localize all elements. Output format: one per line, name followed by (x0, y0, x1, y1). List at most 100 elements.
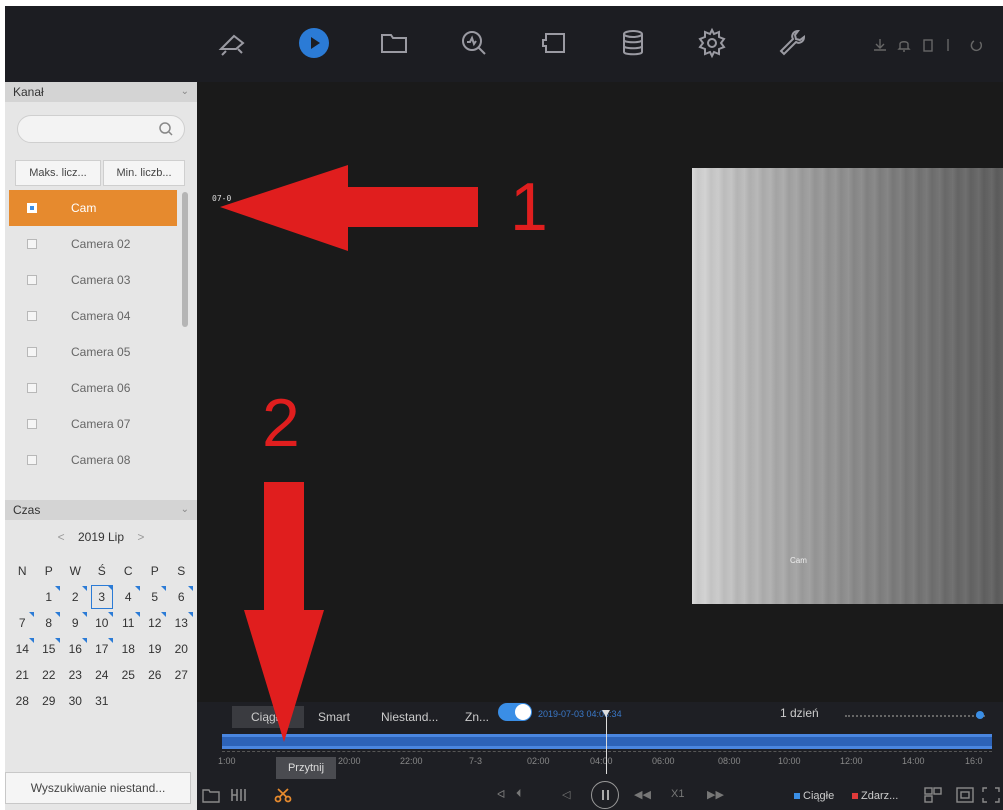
calendar-day[interactable]: 29 (36, 688, 63, 714)
camera-label: Camera 05 (71, 345, 131, 359)
calendar-day-number: 9 (71, 616, 79, 630)
slow-rewind-icon[interactable]: ᐊ (497, 788, 505, 801)
camera-list-item[interactable]: Camera 02 (9, 226, 177, 262)
fast-forward-icon[interactable]: ▶▶ (707, 788, 724, 801)
calendar-day[interactable]: 27 (168, 662, 195, 688)
timeline-cursor-head[interactable] (602, 710, 610, 717)
next-month-icon[interactable]: > (137, 530, 144, 544)
timeline-tick-label: 7-3 (469, 756, 483, 766)
calendar-day[interactable]: 4 (115, 584, 142, 610)
camera-checkbox[interactable] (27, 203, 37, 213)
calendar-day[interactable]: 22 (36, 662, 63, 688)
main-stream-button[interactable]: Maks. licz... (15, 160, 101, 186)
prev-month-icon[interactable]: < (58, 530, 65, 544)
calendar-day[interactable]: 3 (89, 584, 116, 610)
calendar-day[interactable]: 5 (142, 584, 169, 610)
calendar-day[interactable]: 23 (62, 662, 89, 688)
calendar-day-number: 19 (148, 642, 162, 656)
calendar-day[interactable]: 1 (36, 584, 63, 610)
live-view-icon[interactable] (213, 24, 251, 62)
sync-toggle[interactable] (498, 703, 532, 721)
smart-search-icon[interactable] (455, 24, 493, 62)
scissors-icon[interactable] (274, 787, 292, 803)
calendar-day[interactable]: 31 (89, 688, 116, 714)
camera-list-item[interactable]: Camera 04 (9, 298, 177, 334)
camera-list-item[interactable]: Camera 05 (9, 334, 177, 370)
camera-checkbox[interactable] (27, 383, 37, 393)
channel-search-input[interactable] (17, 115, 185, 143)
settings-icon[interactable] (693, 24, 731, 62)
playback-icon[interactable] (295, 24, 333, 62)
camera-name-overlay: Cam (790, 556, 807, 565)
calendar-day[interactable]: 2 (62, 584, 89, 610)
video-frame[interactable] (692, 168, 1003, 604)
alarm-icon[interactable] (897, 38, 911, 52)
calendar-day[interactable]: 14 (9, 636, 36, 662)
calendar-day[interactable]: 10 (89, 610, 116, 636)
calendar-day[interactable]: 6 (168, 584, 195, 610)
backup-icon[interactable] (535, 24, 573, 62)
calendar-day[interactable]: 12 (142, 610, 169, 636)
step-back-icon[interactable]: ⏴ (516, 788, 522, 801)
camera-checkbox[interactable] (27, 311, 37, 321)
camera-list-item[interactable]: Camera 08 (9, 442, 177, 478)
search-icon[interactable] (158, 121, 174, 137)
window-icon[interactable] (956, 787, 974, 803)
camera-list-item[interactable]: Camera 06 (9, 370, 177, 406)
storage-icon[interactable] (614, 24, 652, 62)
calendar-day[interactable]: 20 (168, 636, 195, 662)
custom-search-button[interactable]: Wyszukiwanie niestand... (5, 772, 191, 804)
fullscreen-icon[interactable] (982, 787, 1000, 803)
camera-list-item[interactable]: Cam (9, 190, 177, 226)
calendar-day[interactable]: 13 (168, 610, 195, 636)
split-screen-icon[interactable] (924, 787, 942, 803)
calendar-day[interactable]: 30 (62, 688, 89, 714)
camera-checkbox[interactable] (27, 275, 37, 285)
timeline-tick-label: 1:00 (218, 756, 236, 766)
calendar-day[interactable]: 28 (9, 688, 36, 714)
calendar-day[interactable]: 11 (115, 610, 142, 636)
pause-button[interactable] (591, 781, 619, 809)
camera-list-item[interactable]: Camera 07 (9, 406, 177, 442)
file-icon[interactable] (375, 24, 413, 62)
calendar-day[interactable]: 18 (115, 636, 142, 662)
channel-section-header[interactable]: Kanał ⌄ (5, 82, 197, 102)
timeline-recording-bar[interactable] (222, 734, 992, 749)
calendar-day[interactable]: 25 (115, 662, 142, 688)
timeline-zoom-handle[interactable] (976, 711, 984, 719)
clip-range-icon[interactable] (230, 787, 248, 803)
tab-custom[interactable]: Niestand... (381, 706, 438, 728)
camera-list-item[interactable]: Camera 03 (9, 262, 177, 298)
calendar-day[interactable]: 9 (62, 610, 89, 636)
calendar-day[interactable]: 17 (89, 636, 116, 662)
calendar-day-number: 29 (42, 694, 56, 708)
download-icon[interactable] (873, 38, 887, 52)
folder-icon[interactable] (202, 787, 220, 803)
calendar-day[interactable]: 26 (142, 662, 169, 688)
camera-checkbox[interactable] (27, 419, 37, 429)
rewind-icon[interactable]: ◀◀ (634, 788, 651, 801)
camera-checkbox[interactable] (27, 347, 37, 357)
calendar-day-number: 5 (151, 590, 159, 604)
timeline-zoom-track[interactable] (845, 715, 985, 717)
calendar-day[interactable]: 16 (62, 636, 89, 662)
maintenance-icon[interactable] (773, 24, 811, 62)
sub-stream-button[interactable]: Min. liczb... (103, 160, 185, 186)
power-icon[interactable] (969, 38, 983, 52)
calendar-day[interactable]: 19 (142, 636, 169, 662)
reverse-icon[interactable]: ◁ (562, 788, 570, 801)
lock-icon[interactable] (921, 38, 935, 52)
calendar-day[interactable]: 21 (9, 662, 36, 688)
calendar-day[interactable]: 24 (89, 662, 116, 688)
calendar-day[interactable]: 7 (9, 610, 36, 636)
calendar-day-number: 4 (124, 590, 132, 604)
tab-tag[interactable]: Zn... (465, 706, 489, 728)
calendar-day-number: 14 (15, 642, 29, 656)
time-section-header[interactable]: Czas ⌄ (5, 500, 197, 520)
calendar-day[interactable]: 15 (36, 636, 63, 662)
calendar-day[interactable]: 8 (36, 610, 63, 636)
camera-list-scrollbar[interactable] (182, 192, 188, 327)
camera-checkbox[interactable] (27, 239, 37, 249)
timeline-cursor[interactable] (606, 712, 607, 774)
camera-checkbox[interactable] (27, 455, 37, 465)
